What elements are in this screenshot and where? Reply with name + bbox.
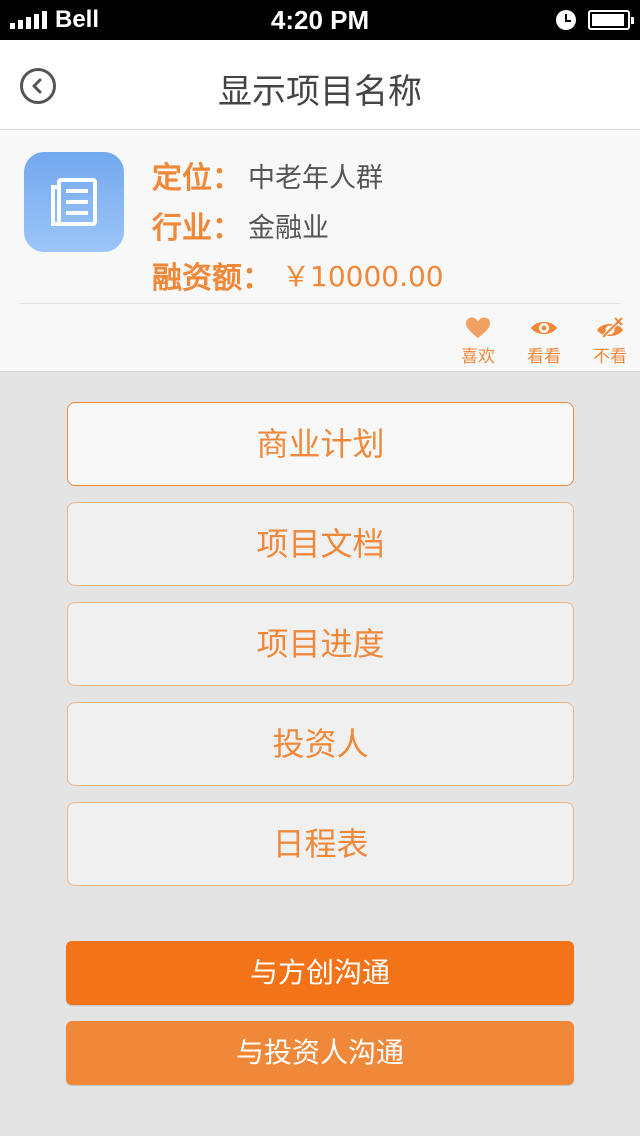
like-label: 喜欢 [461, 347, 495, 367]
battery-fill [591, 14, 625, 26]
eye-off-icon [597, 316, 624, 340]
info-label: 行业： [152, 211, 242, 246]
project-actions: 喜欢 看看 不看 [456, 316, 632, 367]
info-label: 定位： [152, 161, 242, 196]
info-row-funding: 融资额： ￥10000.00 [152, 250, 444, 300]
project-info-rows: 定位： 中老年人群 行业： 金融业 融资额： ￥10000.00 [152, 150, 444, 300]
skip-label: 不看 [593, 347, 627, 367]
view-label: 看看 [527, 347, 561, 367]
view-button[interactable]: 看看 [522, 316, 566, 367]
alarm-clock-icon [555, 10, 576, 30]
project-progress-button[interactable]: 项目进度 [67, 602, 574, 686]
schedule-button[interactable]: 日程表 [67, 802, 574, 886]
battery-icon [587, 10, 634, 30]
eye-icon [531, 322, 557, 334]
status-bar: Bell 4:20 PM [0, 0, 640, 40]
investors-button[interactable]: 投资人 [67, 702, 574, 786]
project-documents-button[interactable]: 项目文档 [67, 502, 574, 586]
heart-icon [466, 317, 490, 338]
info-value: 中老年人群 [248, 162, 383, 194]
business-plan-button[interactable]: 商业计划 [67, 402, 574, 486]
carrier-name: Bell [55, 6, 100, 33]
status-left: Bell [10, 6, 210, 34]
info-row-industry: 行业： 金融业 [152, 200, 444, 250]
project-info-card: 定位： 中老年人群 行业： 金融业 融资额： ￥10000.00 喜欢 看看 不… [0, 130, 640, 372]
status-right [430, 10, 634, 30]
navigation-bar: 显示项目名称 [0, 40, 640, 130]
document-icon [51, 178, 97, 226]
page-title: 显示项目名称 [218, 72, 422, 112]
contact-fangchuang-button[interactable]: 与方创沟通 [66, 941, 574, 1005]
card-divider [20, 303, 620, 304]
info-label: 融资额： [152, 261, 272, 296]
contact-investor-button[interactable]: 与投资人沟通 [66, 1021, 574, 1085]
info-value: 金融业 [248, 212, 329, 244]
skip-button[interactable]: 不看 [588, 316, 632, 367]
project-menu: 商业计划 项目文档 项目进度 投资人 日程表 [67, 402, 574, 902]
like-button[interactable]: 喜欢 [456, 316, 500, 367]
signal-icon [10, 11, 47, 29]
status-time: 4:20 PM [270, 4, 370, 35]
info-row-positioning: 定位： 中老年人群 [152, 150, 444, 200]
project-icon [24, 152, 124, 252]
funding-amount: ￥10000.00 [282, 260, 444, 293]
